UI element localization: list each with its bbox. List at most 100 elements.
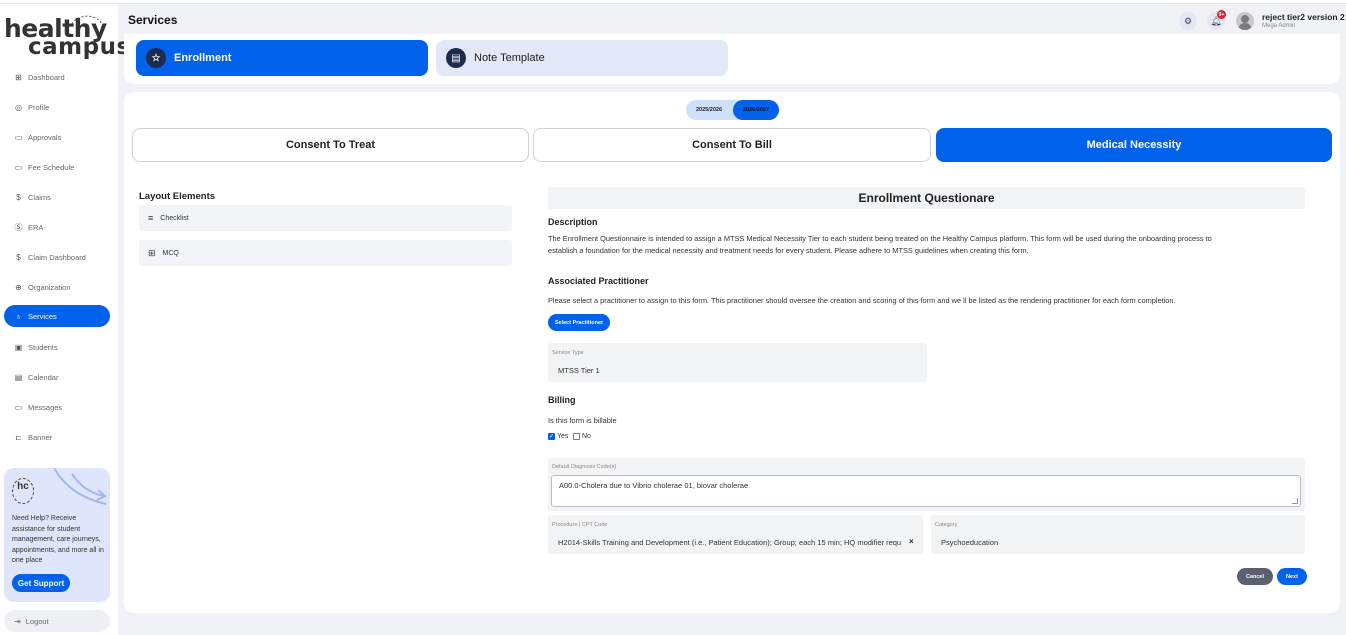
sidebar-item-fee-schedule[interactable]: ▭ Fee Schedule <box>4 156 110 178</box>
diagnosis-value: A00.0-Cholera due to Vibrio cholerae 01,… <box>559 481 749 490</box>
sidebar-item-label: Services <box>28 311 57 321</box>
year-option-2025[interactable]: 2025/2026 <box>686 100 732 120</box>
sidebar-item-label: Profile <box>28 102 50 112</box>
user-role: Mega Admin <box>1262 23 1296 29</box>
sidebar-item-profile[interactable]: ◎ Profile <box>4 96 110 118</box>
description-heading: Description <box>548 217 598 227</box>
check-icon: ✓ <box>548 433 555 440</box>
stethoscope-icon: ♁ <box>15 311 22 321</box>
procedure-field[interactable]: Procedure | CPT Code H2014-Skills Traini… <box>548 515 923 554</box>
sidebar-item-claims[interactable]: $ Claims <box>4 186 110 208</box>
sidebar-item-messages[interactable]: ▭ Messages <box>4 396 110 418</box>
sidebar-item-label: Approvals <box>28 132 62 142</box>
tab-consent-to-treat[interactable]: Consent To Treat <box>132 128 529 162</box>
dollar-circle-icon: Ⓢ <box>14 222 23 232</box>
billable-yes-checkbox[interactable]: ✓ Yes <box>548 433 568 440</box>
select-practitioner-button[interactable]: Select Practitioner <box>548 314 610 331</box>
sidebar-item-label: Students <box>28 342 58 352</box>
tab-note-template[interactable]: ▤ Note Template <box>436 40 728 76</box>
chat-icon: ▭ <box>14 402 23 412</box>
service-type-value: MTSS Tier 1 <box>558 366 600 375</box>
billable-no-checkbox[interactable]: No <box>573 433 591 440</box>
billing-question: Is this form is billable <box>548 416 617 425</box>
brand-logo[interactable]: healthy campus <box>4 12 130 60</box>
cancel-button[interactable]: Cancel <box>1237 568 1273 585</box>
swoosh-arrow-icon <box>53 468 107 505</box>
dollar-icon: $ <box>16 252 21 262</box>
sidebar-item-services[interactable]: ♁ Services <box>4 305 110 327</box>
service-type-label: Service Type <box>552 350 584 356</box>
layout-element-label: Checklist <box>160 214 189 222</box>
layout-element-mcq[interactable]: ⊞ MCQ <box>139 240 512 266</box>
questionnaire-title: Enrollment Questionare <box>548 187 1305 209</box>
description-line-2: establish a foundation for the medical n… <box>548 246 1029 255</box>
procedure-value: H2014-Skills Training and Development (i… <box>558 538 902 547</box>
help-card: hc Need Help? Receive assistance for stu… <box>4 468 110 602</box>
tab-consent-to-bill[interactable]: Consent To Bill <box>533 128 931 162</box>
sidebar-item-organization[interactable]: ⊕ Organization <box>4 276 110 298</box>
star-icon: ☆ <box>146 48 166 68</box>
yes-label: Yes <box>557 433 569 440</box>
sidebar-item-era[interactable]: Ⓢ ERA <box>4 216 110 238</box>
gear-icon: ⚙ <box>1183 15 1193 26</box>
student-icon: ▣ <box>14 342 23 352</box>
avatar[interactable] <box>1236 12 1254 30</box>
no-label: No <box>582 433 591 440</box>
sidebar-item-calendar[interactable]: ▤ Calendar <box>4 366 110 388</box>
sidebar-item-claim-dashboard[interactable]: $ Claim Dashboard <box>4 246 110 268</box>
category-label: Category <box>935 522 958 528</box>
logout-button[interactable]: ⇥ Logout <box>4 610 110 632</box>
sidebar-item-label: Fee Schedule <box>28 162 75 172</box>
sidebar-item-label: Banner <box>28 432 53 442</box>
globe-icon: ⊕ <box>15 282 22 292</box>
calendar-icon: ▤ <box>14 372 23 382</box>
banner-icon: ⊏ <box>15 432 22 442</box>
sidebar-item-label: Messages <box>28 402 63 412</box>
sidebar-item-dashboard[interactable]: ⊞ Dashboard <box>4 66 110 88</box>
sidebar-item-approvals[interactable]: ▭ Approvals <box>4 126 110 148</box>
practitioner-heading: Associated Practitioner <box>548 276 649 286</box>
get-support-button[interactable]: Get Support <box>12 574 70 592</box>
logout-label: Logout <box>25 616 49 626</box>
diagnosis-textarea[interactable]: A00.0-Cholera due to Vibrio cholerae 01,… <box>551 475 1301 507</box>
user-name[interactable]: reject tier2 version 2 <box>1262 12 1345 22</box>
chat-icon: ▭ <box>14 162 23 172</box>
grid-icon: ⊞ <box>15 72 22 82</box>
category-value: Psychoeducation <box>941 538 999 547</box>
sidebar-item-label: Claims <box>28 192 51 202</box>
next-button[interactable]: Next <box>1277 568 1307 585</box>
sidebar-item-students[interactable]: ▣ Students <box>4 336 110 358</box>
tab-label: Enrollment <box>174 52 232 64</box>
list-icon: ≡ <box>148 213 154 223</box>
sidebar-item-label: Organization <box>28 282 71 292</box>
chat-icon: ▭ <box>14 132 23 142</box>
page-title: Services <box>128 13 178 27</box>
service-type-field[interactable]: Service Type MTSS Tier 1 <box>548 343 927 382</box>
dollar-icon: $ <box>16 192 21 202</box>
category-field[interactable]: Category Psychoeducation <box>931 515 1305 554</box>
tab-enrollment[interactable]: ☆ Enrollment <box>136 40 428 76</box>
sidebar-item-label: Calendar <box>28 372 59 382</box>
logout-icon: ⇥ <box>14 616 21 626</box>
description-line-1: The Enrollment Questionnaire is intended… <box>548 234 1212 243</box>
tab-label: Note Template <box>474 52 545 64</box>
grid-icon: ⊞ <box>148 247 156 258</box>
profile-icon: ◎ <box>15 102 22 112</box>
year-option-2026[interactable]: 2026/2027 <box>733 100 779 120</box>
tab-medical-necessity[interactable]: Medical Necessity <box>936 128 1332 162</box>
sidebar-item-label: Dashboard <box>28 72 65 82</box>
sidebar-item-banner[interactable]: ⊏ Banner <box>4 426 110 448</box>
procedure-label: Procedure | CPT Code <box>552 522 608 528</box>
layout-elements-title: Layout Elements <box>139 191 216 202</box>
diagnosis-label: Default Diagnosis Code(s) <box>552 464 617 470</box>
year-toggle: 2025/2026 2026/2027 <box>686 100 779 120</box>
billing-heading: Billing <box>548 395 576 405</box>
checkbox-icon <box>573 433 580 440</box>
brand-arc-icon <box>71 15 103 25</box>
layout-element-checklist[interactable]: ≡ Checklist <box>139 205 512 231</box>
resize-handle-icon[interactable] <box>1292 498 1298 504</box>
hc-badge-icon: hc <box>12 478 34 504</box>
settings-button[interactable]: ⚙ <box>1179 12 1197 30</box>
close-icon[interactable]: × <box>909 537 914 546</box>
sidebar-item-label: ERA <box>28 222 44 232</box>
